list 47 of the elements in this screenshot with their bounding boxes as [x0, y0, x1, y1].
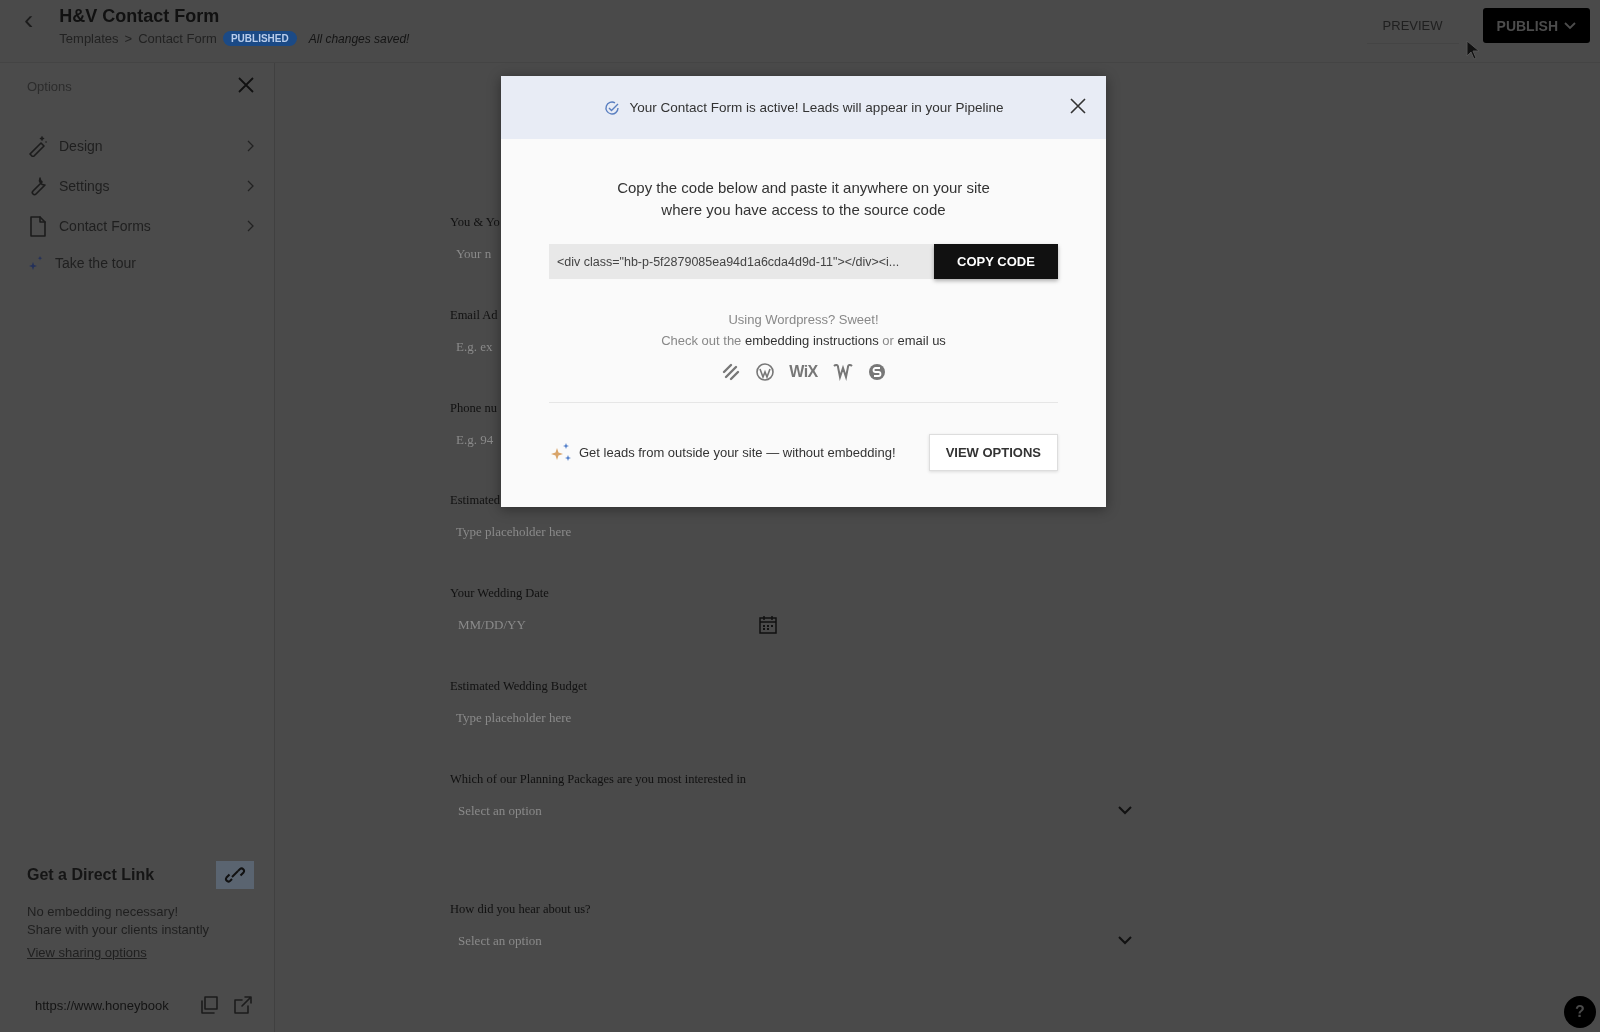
- copy-code-button[interactable]: COPY CODE: [934, 244, 1058, 279]
- chevron-down-icon: [1118, 806, 1132, 816]
- view-options-button[interactable]: VIEW OPTIONS: [928, 434, 1058, 471]
- document-icon: [27, 215, 49, 237]
- stacked-stripes-icon: [721, 362, 742, 382]
- select-field[interactable]: Select an option: [450, 796, 1140, 825]
- embed-instructions: Copy the code below and paste it anywhere on your site where you have access to the source code: [617, 178, 990, 220]
- circle-s-icon: [867, 363, 886, 381]
- publish-button[interactable]: PUBLISH: [1482, 8, 1590, 43]
- input-field[interactable]: E.g. 94: [450, 425, 494, 454]
- platform-logo: WiX: [789, 363, 818, 381]
- cursor-icon: [1466, 40, 1480, 60]
- help-text: Check out the embedding instructions or email us: [661, 333, 946, 348]
- copy-icon[interactable]: [198, 994, 220, 1016]
- close-icon: [1070, 98, 1086, 114]
- check-circle-icon: [603, 99, 620, 116]
- embed-code-field[interactable]: <div class="hb-p-5f2879085ea94d1a6cda4d9d-11"></div><i...: [549, 244, 934, 279]
- w-letter-icon: [831, 362, 854, 382]
- input-field[interactable]: Type placeholder here: [450, 518, 572, 547]
- circled-w-icon: [755, 362, 776, 382]
- link-icon: [216, 861, 254, 889]
- chevron-right-icon: [246, 180, 254, 192]
- field-label: You & Yo: [450, 215, 500, 230]
- magic-wand-icon: [27, 135, 49, 157]
- help-button[interactable]: ?: [1564, 996, 1596, 1028]
- chevron-down-icon: [1118, 936, 1132, 946]
- breadcrumb-separator: >: [124, 31, 133, 46]
- embedding-instructions-link[interactable]: embedding instructions: [744, 333, 879, 348]
- close-icon: [238, 77, 254, 93]
- calendar-icon[interactable]: [758, 615, 778, 636]
- caret-icon: [1564, 21, 1576, 30]
- input-field[interactable]: Type placeholder here: [450, 704, 572, 732]
- chevron-right-icon: [246, 140, 254, 152]
- email-us-link[interactable]: email us: [897, 333, 946, 348]
- input-field[interactable]: E.g. ex: [450, 332, 493, 361]
- external-link-icon[interactable]: [232, 994, 254, 1016]
- select-field[interactable]: Select an option: [450, 926, 1140, 955]
- status-badge: PUBLISHED: [222, 31, 297, 46]
- wordpress-note: Using Wordpress? Sweet!: [728, 312, 879, 327]
- date-field[interactable]: MM/DD/YY: [450, 611, 786, 640]
- promo-text: Get leads from outside your site — without embedding!: [579, 445, 897, 460]
- direct-link-url: https://www.honeybook: [35, 997, 170, 1013]
- back-button[interactable]: ‹: [18, 6, 40, 34]
- form-title: H&V Contact Form: [59, 6, 221, 27]
- input-field[interactable]: Your n: [450, 240, 492, 268]
- chevron-right-icon: [246, 220, 254, 232]
- banner-message: Your Contact Form is active! Leads will appear in your Pipeline: [629, 100, 1004, 115]
